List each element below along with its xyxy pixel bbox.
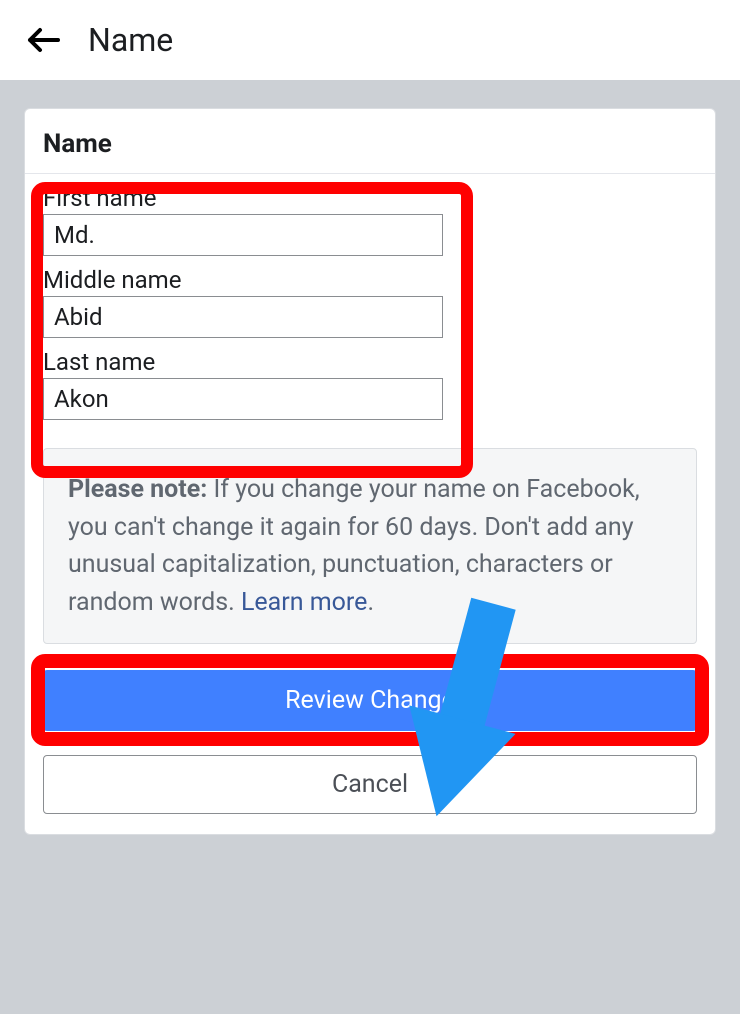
last-name-label: Last name <box>43 348 697 376</box>
page-title: Name <box>88 21 173 59</box>
first-name-field[interactable] <box>43 214 443 256</box>
name-form: First name Middle name Last name <box>25 184 715 420</box>
note-box: Please note: If you change your name on … <box>43 448 697 644</box>
middle-name-label: Middle name <box>43 266 697 294</box>
back-arrow-icon[interactable] <box>22 18 66 62</box>
section-title: Name <box>25 129 715 174</box>
first-name-label: First name <box>43 184 697 212</box>
cancel-button[interactable]: Cancel <box>43 755 697 814</box>
header-bar: Name <box>0 0 740 80</box>
button-area: Review Change Cancel <box>25 644 715 814</box>
review-change-button[interactable]: Review Change <box>43 670 697 731</box>
note-text: Please note: If you change your name on … <box>68 471 672 621</box>
last-name-field[interactable] <box>43 378 443 420</box>
content-background: Name First name Middle name Last name Pl… <box>0 80 740 1014</box>
name-card: Name First name Middle name Last name Pl… <box>24 108 716 835</box>
first-name-group: First name <box>43 184 697 256</box>
last-name-group: Last name <box>43 348 697 420</box>
middle-name-field[interactable] <box>43 296 443 338</box>
middle-name-group: Middle name <box>43 266 697 338</box>
note-after: . <box>367 588 374 617</box>
note-strong: Please note: <box>68 475 207 504</box>
learn-more-link[interactable]: Learn more <box>241 588 367 617</box>
